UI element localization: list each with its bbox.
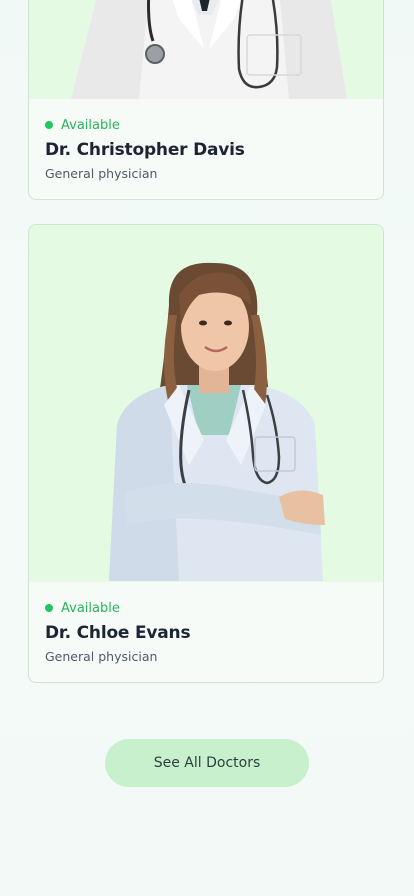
availability-status: Available xyxy=(45,596,367,620)
doctor-card[interactable]: Available Dr. Chloe Evans General physic… xyxy=(28,224,384,683)
doctor-info: Available Dr. Chloe Evans General physic… xyxy=(29,582,383,668)
doctor-photo xyxy=(29,225,383,582)
status-dot-icon xyxy=(45,604,53,612)
status-label: Available xyxy=(61,600,120,616)
doctor-name: Dr. Christopher Davis xyxy=(45,140,245,160)
doctor-specialty: General physician xyxy=(45,166,158,181)
see-all-doctors-button[interactable]: See All Doctors xyxy=(105,739,309,787)
status-dot-icon xyxy=(45,121,53,129)
doctor-info: Available Dr. Christopher Davis General … xyxy=(29,99,383,185)
doctor-photo xyxy=(29,0,383,99)
status-label: Available xyxy=(61,117,120,133)
availability-status: Available xyxy=(45,113,367,137)
doctor-specialty: General physician xyxy=(45,649,158,664)
doctor-name: Dr. Chloe Evans xyxy=(45,623,191,643)
doctor-card[interactable]: Available Dr. Christopher Davis General … xyxy=(28,0,384,200)
